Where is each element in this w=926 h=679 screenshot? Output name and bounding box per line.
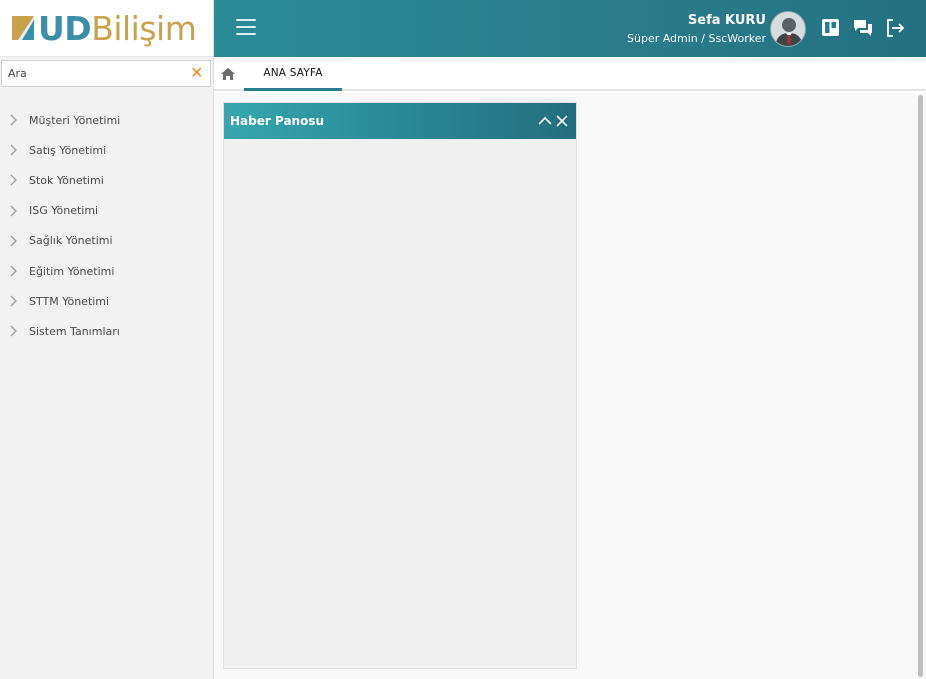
sidebar-item-label: STTM Yönetimi <box>29 294 110 308</box>
logout-icon[interactable] <box>884 17 906 39</box>
news-panel: Haber Panosu <box>223 102 577 669</box>
sidebar-item-label: Stok Yönetimi <box>29 173 104 187</box>
brand-name: UDBilişim <box>38 8 197 48</box>
chevron-right-icon <box>9 265 19 277</box>
avatar[interactable] <box>770 11 806 47</box>
collapse-icon[interactable] <box>538 113 552 127</box>
logo-mark-icon <box>12 16 34 40</box>
sidebar-item-isg[interactable]: ISG Yönetimi <box>0 196 214 226</box>
chevron-right-icon <box>9 295 19 307</box>
brand-logo[interactable]: UDBilişim <box>0 0 213 57</box>
sidebar-item-sistem[interactable]: Sistem Tanımları <box>0 316 214 346</box>
chevron-right-icon <box>9 205 19 217</box>
vertical-scrollbar[interactable] <box>918 95 923 677</box>
sidebar-item-label: Sistem Tanımları <box>29 324 120 338</box>
sidebar-item-saglik[interactable]: Sağlık Yönetimi <box>0 226 214 256</box>
close-icon[interactable] <box>555 113 569 127</box>
panel-title: Haber Panosu <box>230 114 325 128</box>
brand-name-rest: Bilişim <box>91 8 197 48</box>
tab-bar: ANA SAYFA <box>214 57 926 91</box>
brand-name-ud: UD <box>38 8 92 48</box>
sidebar-item-label: Satış Yönetimi <box>29 143 107 157</box>
sidebar-item-label: Sağlık Yönetimi <box>29 234 113 248</box>
sidebar-item-sttm[interactable]: STTM Yönetimi <box>0 286 214 316</box>
sidebar-item-stok[interactable]: Stok Yönetimi <box>0 165 214 195</box>
sidebar-item-label: ISG Yönetimi <box>29 204 99 218</box>
sidebar-item-label: Müşteri Yönetimi <box>29 113 121 127</box>
chat-icon[interactable] <box>852 17 874 39</box>
sidebar-item-musteri[interactable]: Müşteri Yönetimi <box>0 105 214 135</box>
board-icon[interactable] <box>820 17 842 39</box>
search-input[interactable] <box>2 61 182 86</box>
chevron-right-icon <box>9 144 19 156</box>
menu-icon[interactable] <box>236 19 256 37</box>
user-info: Sefa KURU Süper Admin / SscWorker <box>627 12 766 47</box>
tab-label: ANA SAYFA <box>263 66 323 79</box>
chevron-right-icon <box>9 174 19 186</box>
clear-search-icon[interactable]: ✕ <box>190 65 204 81</box>
user-name: Sefa KURU <box>687 13 766 28</box>
chevron-right-icon <box>9 325 19 337</box>
sidebar-item-satis[interactable]: Satış Yönetimi <box>0 135 214 165</box>
tab-ana-sayfa[interactable]: ANA SAYFA <box>244 57 342 91</box>
sidebar-item-egitim[interactable]: Eğitim Yönetimi <box>0 256 214 286</box>
search-box: ✕ <box>1 60 211 87</box>
top-header: Sefa KURU Süper Admin / SscWorker <box>214 0 926 57</box>
panel-header: Haber Panosu <box>224 103 576 139</box>
chevron-right-icon <box>9 235 19 247</box>
main-content: Haber Panosu <box>214 93 926 679</box>
home-icon[interactable] <box>220 66 236 82</box>
sidebar: UDBilişim ✕ Müşteri Yönetimi Satış Yönet… <box>0 0 214 679</box>
sidebar-item-label: Eğitim Yönetimi <box>29 264 115 278</box>
user-role: Süper Admin / SscWorker <box>627 32 766 45</box>
chevron-right-icon <box>9 114 19 126</box>
sidebar-menu: Müşteri Yönetimi Satış Yönetimi Stok Yön… <box>0 105 214 347</box>
